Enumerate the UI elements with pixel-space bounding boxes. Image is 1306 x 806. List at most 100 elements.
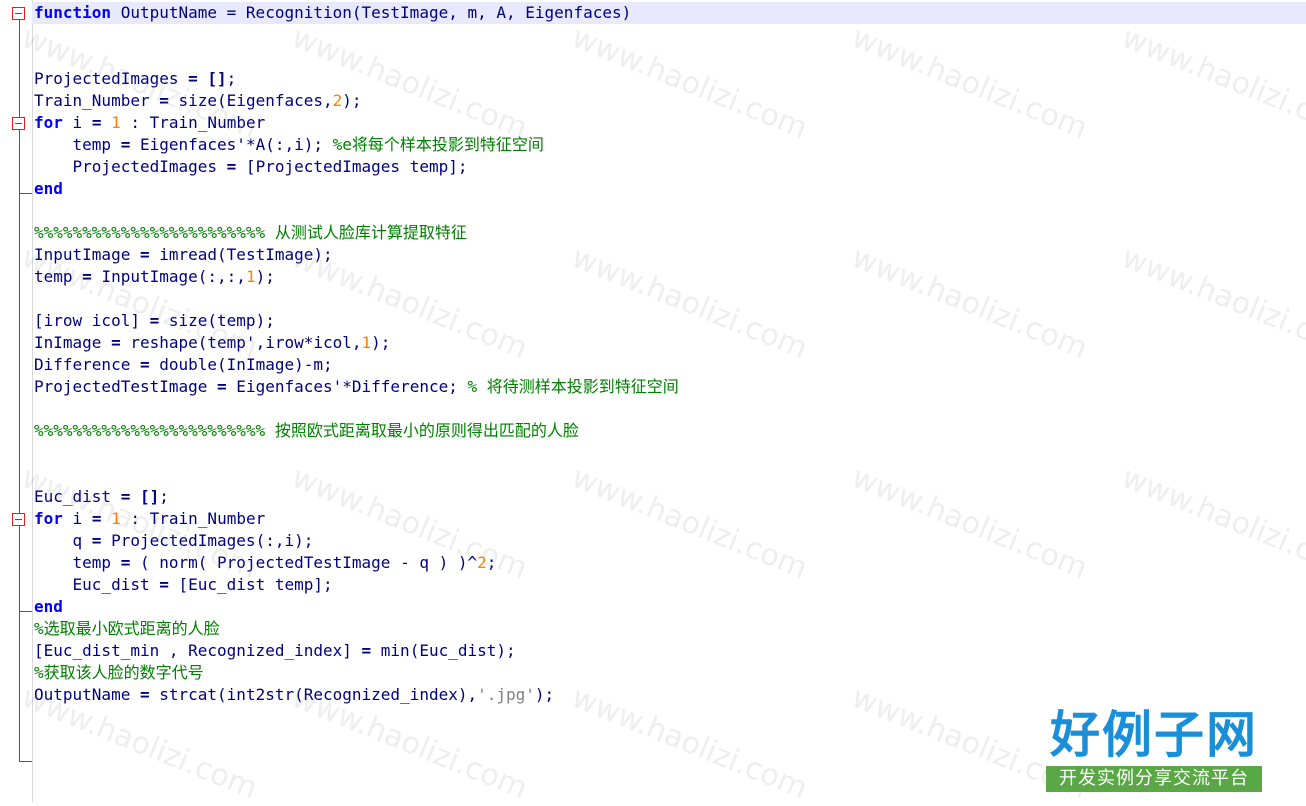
code-token: ); (255, 267, 275, 286)
code-token: = (159, 575, 169, 594)
code-line[interactable]: temp = Eigenfaces'*A(:,i); %e将每个样本投影到特征空… (34, 134, 1306, 156)
code-token: = (91, 531, 102, 550)
logo-subtitle: 开发实例分享交流平台 (1046, 766, 1262, 792)
code-token: %选取最小欧式距离的人脸 (34, 619, 220, 638)
code-token: %e将每个样本投影到特征空间 (332, 135, 544, 154)
code-line[interactable] (34, 46, 1306, 68)
code-line[interactable]: [Euc_dist_min , Recognized_index] = min(… (34, 640, 1306, 662)
code-line[interactable]: q = ProjectedImages(:,i); (34, 530, 1306, 552)
code-line[interactable]: ProjectedImages = [ProjectedImages temp]… (34, 156, 1306, 178)
code-token: = (120, 135, 131, 154)
code-line[interactable]: for i = 1 : Train_Number (34, 112, 1306, 134)
code-token: [Euc_dist_min , Recognized_index] (34, 641, 362, 660)
code-token: Train_Number (34, 91, 160, 110)
code-token: reshape(temp',irow*icol, (120, 333, 362, 352)
code-line[interactable] (34, 24, 1306, 46)
fold-end-function (19, 761, 32, 762)
code-token: : Train_Number (120, 509, 266, 528)
code-token: ProjectedImages(:,i); (101, 531, 314, 550)
code-token: Euc_dist (34, 575, 160, 594)
code-line[interactable]: function OutputName = Recognition(TestIm… (32, 2, 1306, 24)
code-line[interactable]: Train_Number = size(Eigenfaces,2); (34, 90, 1306, 112)
code-line[interactable]: Euc_dist = []; (34, 486, 1306, 508)
code-line[interactable]: temp = ( norm( ProjectedTestImage - q ) … (34, 552, 1306, 574)
code-line[interactable] (34, 200, 1306, 222)
code-token: '.jpg' (477, 685, 535, 704)
code-token: ( norm( ProjectedTestImage - q ) )^ (130, 553, 478, 572)
code-token: 2 (332, 91, 343, 110)
code-line[interactable]: OutputName = strcat(int2str(Recognized_i… (34, 684, 1306, 706)
site-logo: 好例子网 开发实例分享交流平台 (1046, 706, 1262, 794)
code-line[interactable] (34, 442, 1306, 464)
editor-gutter (0, 0, 32, 802)
code-line[interactable]: %%%%%%%%%%%%%%%%%%%%%%%% 按照欧式距离取最小的原则得出匹… (34, 420, 1306, 442)
code-token: [Euc_dist temp]; (168, 575, 333, 594)
code-line[interactable]: temp = InputImage(:,:,1); (34, 266, 1306, 288)
logo-title: 好例子网 (1050, 706, 1258, 764)
code-token: Eigenfaces'*A(:,i); (130, 135, 333, 154)
code-token: function (34, 3, 112, 22)
code-line[interactable]: ProjectedImages = []; (34, 68, 1306, 90)
fold-toggle-for-2[interactable] (12, 513, 25, 526)
code-token: temp (34, 135, 121, 154)
code-token: [irow icol] (34, 311, 150, 330)
code-token: ); (342, 91, 362, 110)
code-token: = (149, 311, 160, 330)
code-token: 1 (361, 333, 372, 352)
code-token: = (361, 641, 372, 660)
code-token: = (217, 377, 227, 396)
code-token: strcat(int2str(Recognized_index), (149, 685, 478, 704)
code-token: InImage (34, 333, 112, 352)
code-line[interactable]: InImage = reshape(temp',irow*icol,1); (34, 332, 1306, 354)
code-token: 2 (477, 553, 487, 572)
code-line[interactable]: [irow icol] = size(temp); (34, 310, 1306, 332)
code-token: i (62, 113, 92, 132)
code-token: ; (226, 69, 237, 88)
code-token: for (34, 509, 63, 528)
code-token: : Train_Number (120, 113, 266, 132)
code-token: = [] (120, 487, 160, 506)
code-line[interactable]: end (34, 596, 1306, 618)
code-line[interactable]: %%%%%%%%%%%%%%%%%%%%%%%% 从测试人脸库计算提取特征 (34, 222, 1306, 244)
code-token: 1 (111, 509, 121, 528)
code-token: temp (34, 553, 121, 572)
code-line[interactable]: ProjectedTestImage = Eigenfaces'*Differe… (34, 376, 1306, 398)
code-token: q (34, 531, 92, 550)
code-line[interactable]: InputImage = imread(TestImage); (34, 244, 1306, 266)
code-token: size(temp); (159, 311, 275, 330)
code-token: = (139, 685, 150, 704)
code-line[interactable]: Difference = double(InImage)-m; (34, 354, 1306, 376)
code-line[interactable] (34, 398, 1306, 420)
code-token: = [] (188, 69, 227, 88)
code-token: ; (486, 553, 497, 572)
code-line[interactable] (34, 288, 1306, 310)
gutter-border (32, 0, 33, 802)
code-line[interactable]: %选取最小欧式距离的人脸 (34, 618, 1306, 640)
code-token: 1 (111, 113, 121, 132)
code-token: OutputName (34, 685, 140, 704)
code-token: ); (371, 333, 391, 352)
code-token: ProjectedTestImage (34, 377, 218, 396)
code-line[interactable] (34, 464, 1306, 486)
code-token: i (62, 509, 92, 528)
code-token: Eigenfaces'*Difference; (226, 377, 468, 396)
code-token: size(Eigenfaces, (168, 91, 333, 110)
code-line[interactable]: Euc_dist = [Euc_dist temp]; (34, 574, 1306, 596)
code-token: %获取该人脸的数字代号 (34, 663, 204, 682)
code-line[interactable]: end (34, 178, 1306, 200)
fold-toggle-function[interactable] (12, 7, 25, 20)
code-token: %%%%%%%%%%%%%%%%%%%%%%%% 按照欧式距离取最小的原则得出匹… (34, 421, 579, 440)
code-token: ; (159, 487, 169, 506)
code-line[interactable]: %获取该人脸的数字代号 (34, 662, 1306, 684)
code-token: InputImage (34, 245, 140, 264)
code-token: end (34, 597, 63, 616)
code-token: [ProjectedImages temp]; (236, 157, 468, 176)
code-editor[interactable]: function OutputName = Recognition(TestIm… (32, 2, 1306, 706)
code-line[interactable]: for i = 1 : Train_Number (34, 508, 1306, 530)
fold-end-for-2 (19, 611, 32, 612)
code-token: double(InImage)-m; (149, 355, 333, 374)
code-token: = (159, 91, 169, 110)
fold-toggle-for-1[interactable] (12, 117, 25, 130)
